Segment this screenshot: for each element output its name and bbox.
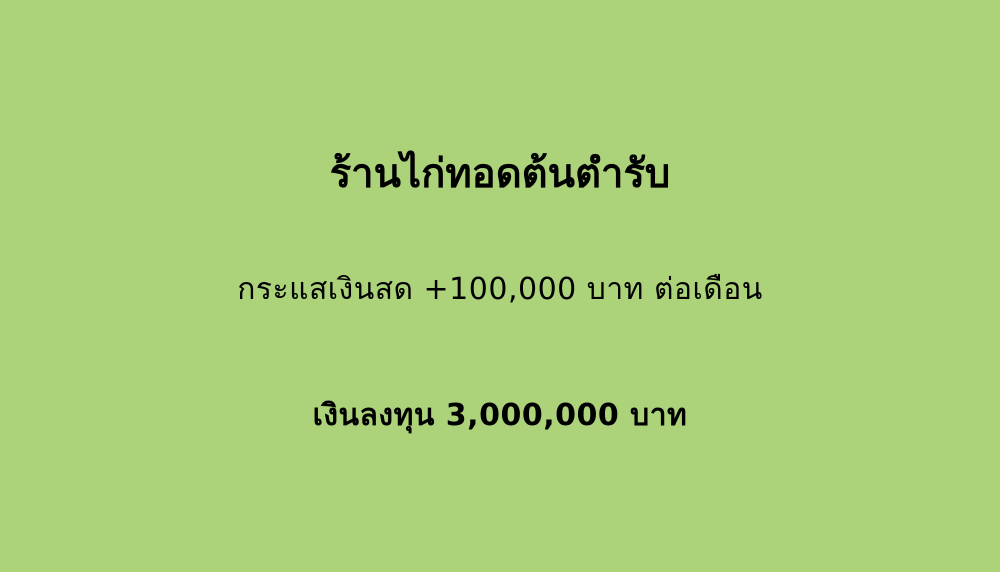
business-card: ร้านไก่ทอดต้นตำรับ กระแสเงินสด +100,000 … (0, 0, 1000, 572)
shop-title: ร้านไก่ทอดต้นตำรับ (329, 151, 671, 197)
investment-text: เงินลงทุน 3,000,000 บาท (312, 398, 688, 433)
cash-flow-text: กระแสเงินสด +100,000 บาท ต่อเดือน (237, 272, 763, 307)
